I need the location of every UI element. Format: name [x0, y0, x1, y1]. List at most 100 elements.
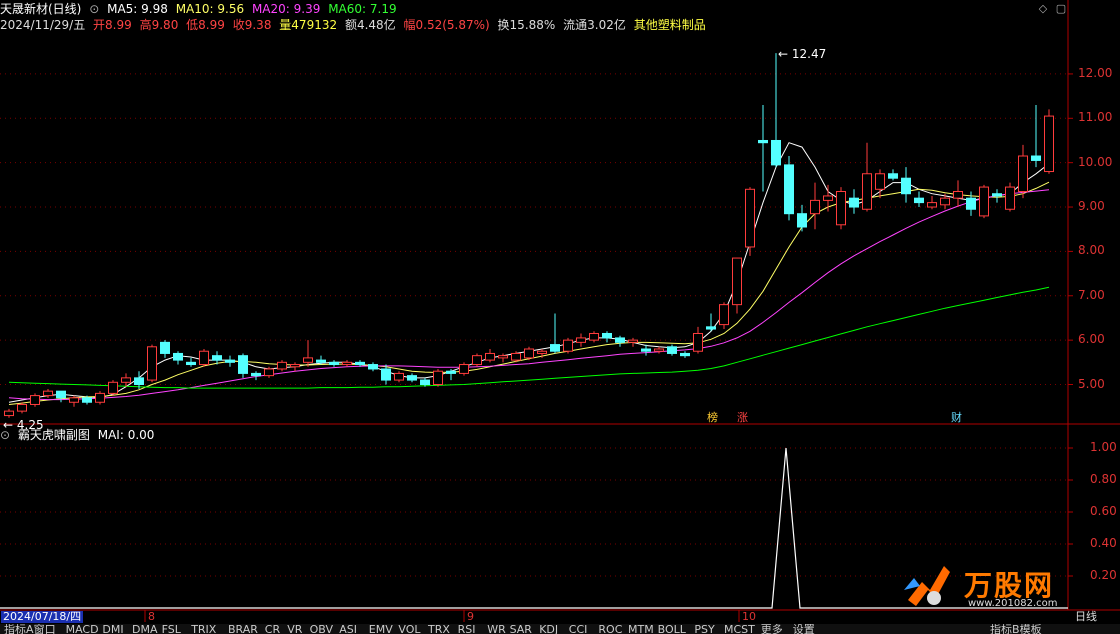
date-month-9: 9	[467, 610, 474, 623]
tab-6[interactable]: TRIX	[191, 624, 216, 634]
tab-14[interactable]: TRX	[428, 624, 450, 634]
tab-26[interactable]: 设置	[793, 624, 815, 634]
sub-y-tick-label: 0.80	[1090, 472, 1117, 486]
candle	[576, 333, 586, 347]
tab-5[interactable]: FSL	[162, 624, 181, 634]
candle-body	[277, 361, 287, 370]
tab-3[interactable]: DMI	[102, 624, 123, 634]
candle-body	[381, 368, 391, 381]
high-annotation: ← 12.47	[778, 47, 827, 62]
tab-11[interactable]: ASI	[339, 624, 357, 634]
tab-19[interactable]: CCI	[569, 624, 588, 634]
tab-1[interactable]: 窗口	[34, 624, 56, 634]
candle	[1018, 144, 1028, 199]
candle-body	[602, 332, 612, 339]
candle	[888, 169, 898, 181]
candle-body	[1031, 155, 1041, 161]
quote-open: 开8.99	[93, 18, 132, 32]
candle	[524, 346, 534, 361]
candle	[771, 53, 781, 168]
tab-22[interactable]: BOLL	[658, 624, 686, 634]
tab-4[interactable]: DMA	[132, 624, 158, 634]
candle-body	[563, 339, 573, 352]
candle	[849, 189, 859, 214]
candle	[550, 313, 560, 354]
candle-body	[628, 339, 638, 343]
candle-body	[147, 346, 157, 381]
candle-body	[862, 173, 872, 210]
stock-name[interactable]: 天晟新材(日线)	[0, 2, 81, 16]
tab-17[interactable]: SAR	[510, 624, 532, 634]
candle-body	[641, 348, 651, 352]
tab-0[interactable]: 指标A	[4, 624, 34, 634]
candle	[186, 357, 196, 367]
tab-27[interactable]: 指标B	[990, 624, 1020, 634]
candle	[251, 371, 261, 381]
candle	[238, 353, 248, 378]
period-label[interactable]: 日线	[1075, 611, 1097, 623]
candle	[1031, 104, 1041, 168]
marker-bang[interactable]: 榜	[706, 411, 719, 424]
brand-logo: 万股网 www.201082.com	[900, 560, 1090, 610]
candle	[4, 408, 14, 418]
candle-body	[342, 361, 352, 366]
candle	[901, 167, 911, 203]
tab-10[interactable]: OBV	[310, 624, 333, 634]
candle-body	[784, 164, 794, 215]
tab-21[interactable]: MTM	[628, 624, 654, 634]
candle-body	[69, 397, 79, 403]
candle-body	[433, 370, 443, 386]
candle	[797, 204, 807, 232]
candle-body	[550, 344, 560, 352]
grid-layer	[0, 0, 1120, 622]
candle-body	[160, 341, 170, 354]
tab-23[interactable]: PSY	[694, 624, 714, 634]
candle	[706, 313, 716, 332]
candle-body	[940, 197, 950, 206]
tab-12[interactable]: EMV	[369, 624, 393, 634]
ma10-line	[8, 181, 1050, 405]
candle-body	[121, 377, 131, 383]
candle-body	[771, 139, 781, 166]
tab-20[interactable]: ROC	[598, 624, 622, 634]
candle-body	[524, 348, 534, 359]
candle-body	[4, 410, 14, 417]
ma-lines	[8, 142, 1050, 405]
candle-body	[212, 355, 222, 361]
tab-16[interactable]: WR	[487, 624, 506, 634]
candle-body	[290, 364, 300, 368]
candle	[485, 349, 495, 363]
tab-18[interactable]: KDJ	[539, 624, 558, 634]
tab-28[interactable]: 模板	[1020, 624, 1042, 634]
candle-body	[836, 191, 846, 226]
tab-15[interactable]: RSI	[458, 624, 476, 634]
window-icon[interactable]: ▢	[1054, 2, 1068, 16]
candle-body	[953, 191, 963, 199]
quote-sector[interactable]: 其他塑料制品	[634, 18, 706, 32]
ma-toggle-icon[interactable]: ⊙	[89, 2, 99, 16]
marker-cai[interactable]: 财	[950, 411, 963, 424]
indicator-tab-bar: 指标A 窗口 MACD DMI DMA FSL TRIX BRAR CR VR OBV ASI EMV V…	[0, 624, 1120, 634]
tab-7[interactable]: BRAR	[228, 624, 258, 634]
tab-9[interactable]: VR	[287, 624, 302, 634]
candle-body	[446, 370, 456, 374]
candle-body	[108, 381, 118, 394]
marker-zhang[interactable]: 涨	[736, 411, 749, 424]
candle	[693, 326, 703, 354]
candle-body	[1044, 115, 1054, 173]
candle	[290, 362, 300, 372]
tab-2[interactable]: MACD	[66, 624, 99, 634]
candle	[394, 371, 404, 383]
chart-canvas[interactable]	[0, 0, 1120, 634]
y-tick-label: 10.00	[1078, 154, 1113, 169]
tab-13[interactable]: VOL	[398, 624, 420, 634]
tab-25[interactable]: 更多	[761, 624, 783, 634]
tab-8[interactable]: CR	[265, 624, 280, 634]
candle-body	[745, 188, 755, 248]
candle-body	[654, 348, 664, 352]
tab-24[interactable]: MCST	[724, 624, 755, 634]
candle-body	[758, 139, 768, 144]
candle	[303, 340, 313, 367]
diamond-icon[interactable]: ◇	[1036, 2, 1050, 16]
candle	[719, 302, 729, 330]
